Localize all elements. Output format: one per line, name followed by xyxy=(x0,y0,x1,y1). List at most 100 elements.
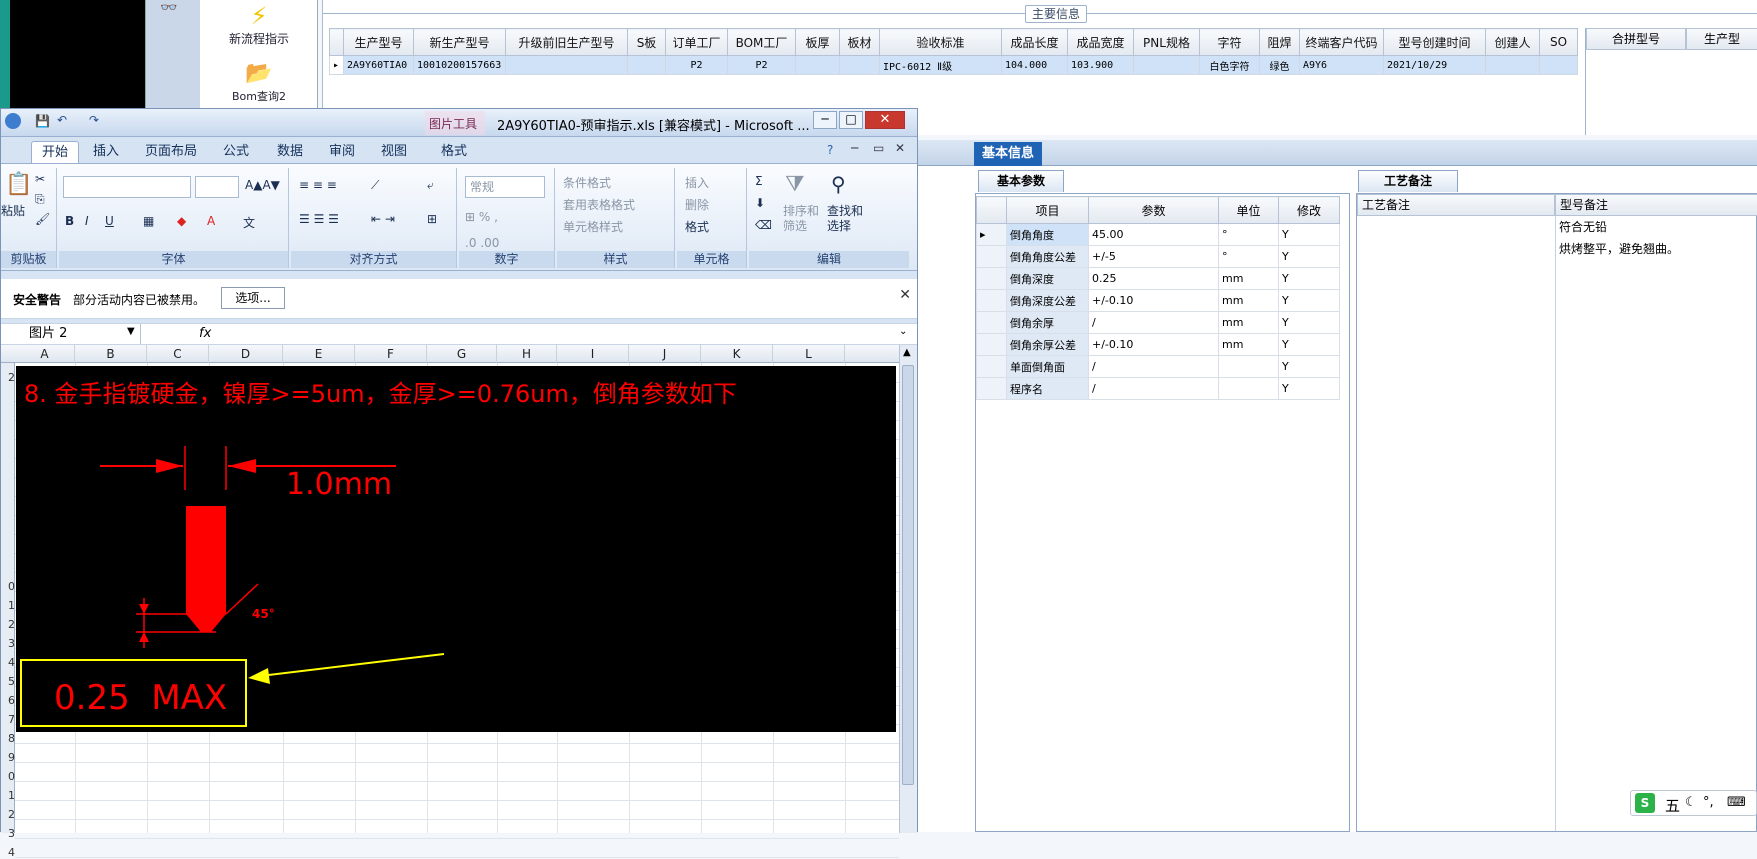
find-select-button[interactable]: 查找和 选择 xyxy=(827,204,863,234)
save-icon[interactable]: 💾 xyxy=(35,114,50,128)
table-cell[interactable]: Y xyxy=(1278,333,1340,356)
col-header[interactable]: 新生产型号 xyxy=(413,28,506,56)
table-row[interactable]: 单面倒角面 / Y xyxy=(976,355,1340,378)
delete-cells-button[interactable]: 删除 xyxy=(685,196,709,213)
table-cell[interactable]: A9Y6 xyxy=(1299,55,1384,75)
col-header[interactable]: 阻焊 xyxy=(1259,28,1300,56)
table-cell[interactable] xyxy=(1133,55,1200,75)
table-cell[interactable]: Y xyxy=(1278,223,1340,246)
row-header[interactable]: 0 xyxy=(1,580,15,593)
col-header[interactable]: 成品宽度 xyxy=(1067,28,1134,56)
table-cell[interactable]: ° xyxy=(1218,223,1279,246)
orientation-icon[interactable]: ⟋ xyxy=(371,178,379,193)
col-header[interactable]: 订单工厂 xyxy=(665,28,728,56)
col-header[interactable]: 验收标准 xyxy=(879,28,1002,56)
table-cell[interactable] xyxy=(505,55,628,75)
scroll-thumb[interactable] xyxy=(902,365,914,785)
column-header[interactable]: B xyxy=(75,345,147,363)
table-cell[interactable]: / xyxy=(1088,355,1219,378)
model-notes-header[interactable]: 型号备注 xyxy=(1555,194,1757,216)
table-cell[interactable] xyxy=(1485,55,1540,75)
sum-icon[interactable]: Σ xyxy=(755,174,763,188)
ime-mode-label[interactable]: 五 xyxy=(1665,795,1680,816)
col-header[interactable]: BOM工厂 xyxy=(727,28,796,56)
font-name-box[interactable] xyxy=(63,176,191,198)
grow-font-icon[interactable]: A▲A▼ xyxy=(245,178,280,192)
paste-icon[interactable]: 📋 xyxy=(5,172,32,197)
table-cell[interactable]: mm xyxy=(1218,333,1279,356)
name-box[interactable]: 图片 2 xyxy=(1,324,141,344)
wrap-text-icon[interactable]: ⤶ xyxy=(427,178,434,193)
format-painter-icon[interactable]: 🖌 xyxy=(35,212,50,226)
ribbon-close-icon[interactable]: ✕ xyxy=(895,141,905,155)
close-button[interactable]: ✕ xyxy=(865,111,905,129)
col-header[interactable]: 生产型号 xyxy=(343,28,414,56)
fx-icon[interactable]: fx xyxy=(199,326,211,341)
table-row[interactable]: ▸ 2A9Y60TIA0 10010200157663 P2 P2 IPC-6012 Ⅱ级… xyxy=(329,55,1578,75)
row-header[interactable]: 8 xyxy=(1,732,15,745)
table-format-button[interactable]: 套用表格格式 xyxy=(563,196,635,213)
tab-basic-params[interactable]: 基本参数 xyxy=(978,170,1064,192)
col-header[interactable]: 型号创建时间 xyxy=(1383,28,1486,56)
redo-icon[interactable]: ↷ xyxy=(89,113,99,127)
row-header[interactable]: 3 xyxy=(1,827,15,840)
font-size-box[interactable] xyxy=(195,176,239,198)
column-header[interactable]: C xyxy=(147,345,209,363)
decimal-icon[interactable]: .0 .00 xyxy=(465,236,499,250)
table-cell[interactable]: 0.25 xyxy=(1088,267,1219,290)
table-cell[interactable]: mm xyxy=(1218,289,1279,312)
column-header[interactable]: J xyxy=(629,345,701,363)
column-header[interactable]: I xyxy=(557,345,629,363)
table-cell[interactable]: 2021/10/29 xyxy=(1383,55,1486,75)
column-header[interactable]: K xyxy=(701,345,773,363)
table-cell[interactable]: 绿色 xyxy=(1259,55,1300,75)
table-cell[interactable]: Y xyxy=(1278,355,1340,378)
scroll-up-icon[interactable]: ▲ xyxy=(903,347,911,358)
binoculars-icon[interactable]: ⚲ xyxy=(831,172,846,196)
row-header[interactable]: 2 xyxy=(1,618,15,631)
column-header[interactable]: A xyxy=(15,345,75,363)
col-header[interactable]: SO xyxy=(1539,28,1578,56)
moon-icon[interactable]: ☾ xyxy=(1685,795,1697,810)
phonetic-icon[interactable]: 文 xyxy=(243,214,255,231)
punctuation-icon[interactable]: °, xyxy=(1703,795,1714,810)
table-cell[interactable]: 倒角深度 xyxy=(1006,267,1089,290)
table-cell[interactable] xyxy=(1218,377,1279,400)
cell-styles-button[interactable]: 单元格样式 xyxy=(563,218,623,235)
sort-filter-icon[interactable]: ⧩ xyxy=(785,172,805,197)
col-header[interactable]: 升级前旧生产型号 xyxy=(505,28,628,56)
col-header-modify[interactable]: 修改 xyxy=(1278,196,1340,224)
table-row[interactable]: 倒角余厚公差 +/-0.10 mm Y xyxy=(976,333,1340,356)
fill-color-icon[interactable]: ◆ xyxy=(177,214,186,228)
tab-view[interactable]: 视图 xyxy=(381,141,407,163)
table-cell[interactable] xyxy=(1218,355,1279,378)
ribbon-restore-icon[interactable]: ▭ xyxy=(873,141,884,155)
vertical-scrollbar[interactable]: ▲ xyxy=(899,345,917,833)
tab-craft-notes[interactable]: 工艺备注 xyxy=(1358,170,1458,192)
table-cell[interactable]: Y xyxy=(1278,289,1340,312)
table-cell[interactable]: mm xyxy=(1218,311,1279,334)
table-cell[interactable]: 倒角余厚公差 xyxy=(1006,333,1089,356)
table-cell[interactable]: 103.900 xyxy=(1067,55,1134,75)
table-cell[interactable] xyxy=(795,55,840,75)
merge-icon[interactable]: ⊞ xyxy=(427,212,437,226)
table-cell[interactable]: / xyxy=(1088,311,1219,334)
table-cell[interactable]: 倒角深度公差 xyxy=(1006,289,1089,312)
table-cell[interactable]: P2 xyxy=(665,55,728,75)
table-cell[interactable]: 104.000 xyxy=(1001,55,1068,75)
table-cell[interactable]: +/-0.10 xyxy=(1088,333,1219,356)
tab-data[interactable]: 数据 xyxy=(277,141,303,163)
tab-formulas[interactable]: 公式 xyxy=(223,141,249,163)
row-header[interactable]: 5 xyxy=(1,675,15,688)
tab-page-layout[interactable]: 页面布局 xyxy=(145,141,197,163)
col-header[interactable]: 板材 xyxy=(839,28,880,56)
cut-icon[interactable]: ✂ xyxy=(35,172,45,186)
merge-model-header[interactable]: 合拼型号 xyxy=(1586,28,1686,50)
table-cell[interactable]: 倒角角度 xyxy=(1006,223,1089,246)
row-header[interactable]: 4 xyxy=(1,846,15,859)
table-cell[interactable]: 45.00 xyxy=(1088,223,1219,246)
table-cell[interactable]: P2 xyxy=(727,55,796,75)
chevron-down-icon[interactable]: ▼ xyxy=(127,326,135,337)
table-cell[interactable]: 单面倒角面 xyxy=(1006,355,1089,378)
table-cell[interactable]: Y xyxy=(1278,267,1340,290)
